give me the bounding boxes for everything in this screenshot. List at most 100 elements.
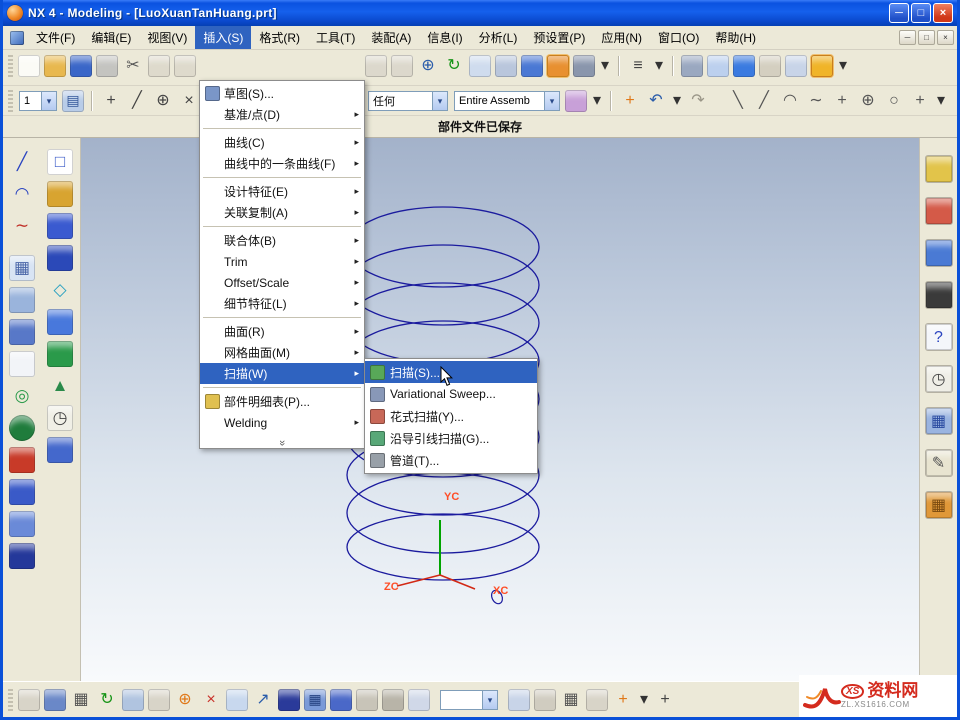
resource-bar-button[interactable] bbox=[811, 55, 833, 77]
cube-view-button[interactable] bbox=[44, 689, 66, 711]
notes-icon[interactable]: ✎ bbox=[925, 449, 953, 477]
drafting-button[interactable] bbox=[391, 55, 413, 77]
open-file-button[interactable] bbox=[44, 55, 66, 77]
combo-dropdown-icon[interactable]: ▾ bbox=[432, 92, 447, 110]
menu-item-curve[interactable]: 曲线(C)▸ bbox=[200, 132, 364, 153]
spreadsheet-icon[interactable]: ▦ bbox=[925, 407, 953, 435]
menu-item-welding[interactable]: Welding▸ bbox=[200, 412, 364, 433]
arrow-button[interactable]: ↗ bbox=[252, 689, 274, 711]
window-alt-button[interactable] bbox=[508, 689, 530, 711]
dropdown-arrow-icon[interactable]: ▾ bbox=[599, 55, 611, 77]
menu-format[interactable]: 格式(R) bbox=[251, 26, 308, 49]
clock-icon[interactable]: ◷ bbox=[47, 405, 73, 431]
snap-intersection-button[interactable]: × bbox=[178, 90, 200, 112]
expand-button[interactable]: ⊕ bbox=[174, 689, 196, 711]
box-alt-button[interactable] bbox=[382, 689, 404, 711]
menu-item-design-feature[interactable]: 设计特征(E)▸ bbox=[200, 181, 364, 202]
pad-icon[interactable] bbox=[9, 511, 35, 537]
box-light-button[interactable] bbox=[534, 689, 556, 711]
layer-settings-button[interactable]: ▤ bbox=[62, 90, 84, 112]
move-component-button[interactable]: + bbox=[619, 90, 641, 112]
sketch-icon[interactable]: ▦ bbox=[9, 255, 35, 281]
history-clock-icon[interactable]: ◷ bbox=[925, 365, 953, 393]
menu-item-combine[interactable]: 联合体(B)▸ bbox=[200, 230, 364, 251]
dropdown-arrow-icon[interactable]: ▾ bbox=[653, 55, 665, 77]
grid-alt-button[interactable]: ▦ bbox=[560, 689, 582, 711]
snap-midpoint-button[interactable]: ⊕ bbox=[152, 90, 174, 112]
cube-blue-button[interactable] bbox=[330, 689, 352, 711]
assembly-scope-combo[interactable]: Entire Assemb ▾ bbox=[454, 91, 560, 111]
combo-dropdown-icon[interactable]: ▾ bbox=[41, 92, 56, 110]
menu-edit[interactable]: 编辑(E) bbox=[83, 26, 139, 49]
dropdown-arrow-icon[interactable]: ▾ bbox=[671, 90, 683, 112]
menu-item-sweep[interactable]: 扫描(W)▸ bbox=[200, 363, 364, 384]
combo-dropdown-icon[interactable]: ▾ bbox=[544, 92, 559, 110]
window-layout-button[interactable]: ≡ bbox=[627, 55, 649, 77]
rotate-view-button[interactable]: ↻ bbox=[443, 55, 465, 77]
shaded-cube-icon[interactable] bbox=[47, 309, 73, 335]
menu-item-sketch[interactable]: 草图(S)... bbox=[200, 83, 364, 104]
layers-palette-icon[interactable] bbox=[925, 197, 953, 225]
cone-icon[interactable]: ▲ bbox=[47, 373, 73, 399]
copy-button[interactable] bbox=[148, 55, 170, 77]
menu-item-surface[interactable]: 曲面(R)▸ bbox=[200, 321, 364, 342]
spline-tool-button[interactable]: ∼ bbox=[805, 90, 827, 112]
move-origin-button[interactable]: + bbox=[612, 689, 634, 711]
layer-combo[interactable]: 1 ▾ bbox=[19, 91, 57, 111]
save-button[interactable] bbox=[70, 55, 92, 77]
paperclip-icon[interactable] bbox=[586, 689, 608, 711]
snap-point-button[interactable]: + bbox=[100, 90, 122, 112]
close-x-button[interactable]: × bbox=[200, 689, 222, 711]
restore-button[interactable]: □ bbox=[911, 3, 931, 23]
sphere-icon[interactable] bbox=[9, 415, 35, 441]
panel-button[interactable] bbox=[408, 689, 430, 711]
mdi-minimize-button[interactable]: ─ bbox=[899, 30, 916, 45]
menu-window[interactable]: 窗口(O) bbox=[650, 26, 707, 49]
cylinder-icon[interactable] bbox=[9, 543, 35, 569]
menu-view[interactable]: 视图(V) bbox=[139, 26, 195, 49]
close-button[interactable]: × bbox=[933, 3, 953, 23]
refresh-button[interactable]: ↻ bbox=[96, 689, 118, 711]
undo-button[interactable]: ↶ bbox=[645, 90, 667, 112]
menu-tools[interactable]: 工具(T) bbox=[308, 26, 363, 49]
screen-button[interactable] bbox=[122, 689, 144, 711]
dropdown-arrow-icon[interactable]: ▾ bbox=[591, 90, 603, 112]
load-options-button[interactable] bbox=[565, 90, 587, 112]
roadmap-icon[interactable] bbox=[925, 155, 953, 183]
dropdown-arrow-icon[interactable]: ▾ bbox=[638, 689, 650, 711]
grid-blue-button[interactable]: ▦ bbox=[304, 689, 326, 711]
bottom-combo[interactable]: ▾ bbox=[440, 690, 498, 710]
circle-tool-button[interactable]: ○ bbox=[883, 90, 905, 112]
menu-item-curve-from-curve[interactable]: 曲线中的一条曲线(F)▸ bbox=[200, 153, 364, 174]
mdi-restore-button[interactable]: □ bbox=[918, 30, 935, 45]
tool-gray-button[interactable] bbox=[148, 689, 170, 711]
line-tool-button[interactable]: ╲ bbox=[727, 90, 749, 112]
new-file-button[interactable] bbox=[18, 55, 40, 77]
chart-icon[interactable]: ▦ bbox=[925, 491, 953, 519]
cube-navy-button[interactable] bbox=[278, 689, 300, 711]
toolbar-drag-handle[interactable] bbox=[8, 90, 13, 112]
display-mode-button[interactable] bbox=[573, 55, 595, 77]
submenu-item-styled-sweep[interactable]: 花式扫描(Y)... bbox=[365, 405, 537, 427]
role-button[interactable] bbox=[785, 55, 807, 77]
document-blue-button[interactable] bbox=[707, 55, 729, 77]
command-finder-button[interactable] bbox=[759, 55, 781, 77]
menu-item-part-list[interactable]: 部件明细表(P)... bbox=[200, 391, 364, 412]
dropdown-arrow-icon[interactable]: ▾ bbox=[837, 55, 849, 77]
spreadsheet-button[interactable] bbox=[365, 55, 387, 77]
menu-item-trim[interactable]: Trim▸ bbox=[200, 251, 364, 272]
datum-csys-icon[interactable] bbox=[9, 319, 35, 345]
tube-icon[interactable] bbox=[47, 181, 73, 207]
help-icon[interactable]: ? bbox=[925, 323, 953, 351]
menu-item-datum-point[interactable]: 基准/点(D)▸ bbox=[200, 104, 364, 125]
menu-insert[interactable]: 插入(S) bbox=[195, 26, 251, 49]
line-icon[interactable]: ╱ bbox=[9, 149, 35, 175]
point-tool-button[interactable]: + bbox=[831, 90, 853, 112]
cut-button[interactable]: ✂ bbox=[122, 55, 144, 77]
block-icon[interactable] bbox=[9, 447, 35, 473]
dropdown-arrow-icon[interactable]: ▾ bbox=[935, 90, 947, 112]
window-button[interactable] bbox=[226, 689, 248, 711]
snap-endpoint-button[interactable]: ╱ bbox=[126, 90, 148, 112]
view-palette-icon[interactable] bbox=[925, 239, 953, 267]
cylinder-face-icon[interactable]: ◎ bbox=[9, 383, 35, 409]
